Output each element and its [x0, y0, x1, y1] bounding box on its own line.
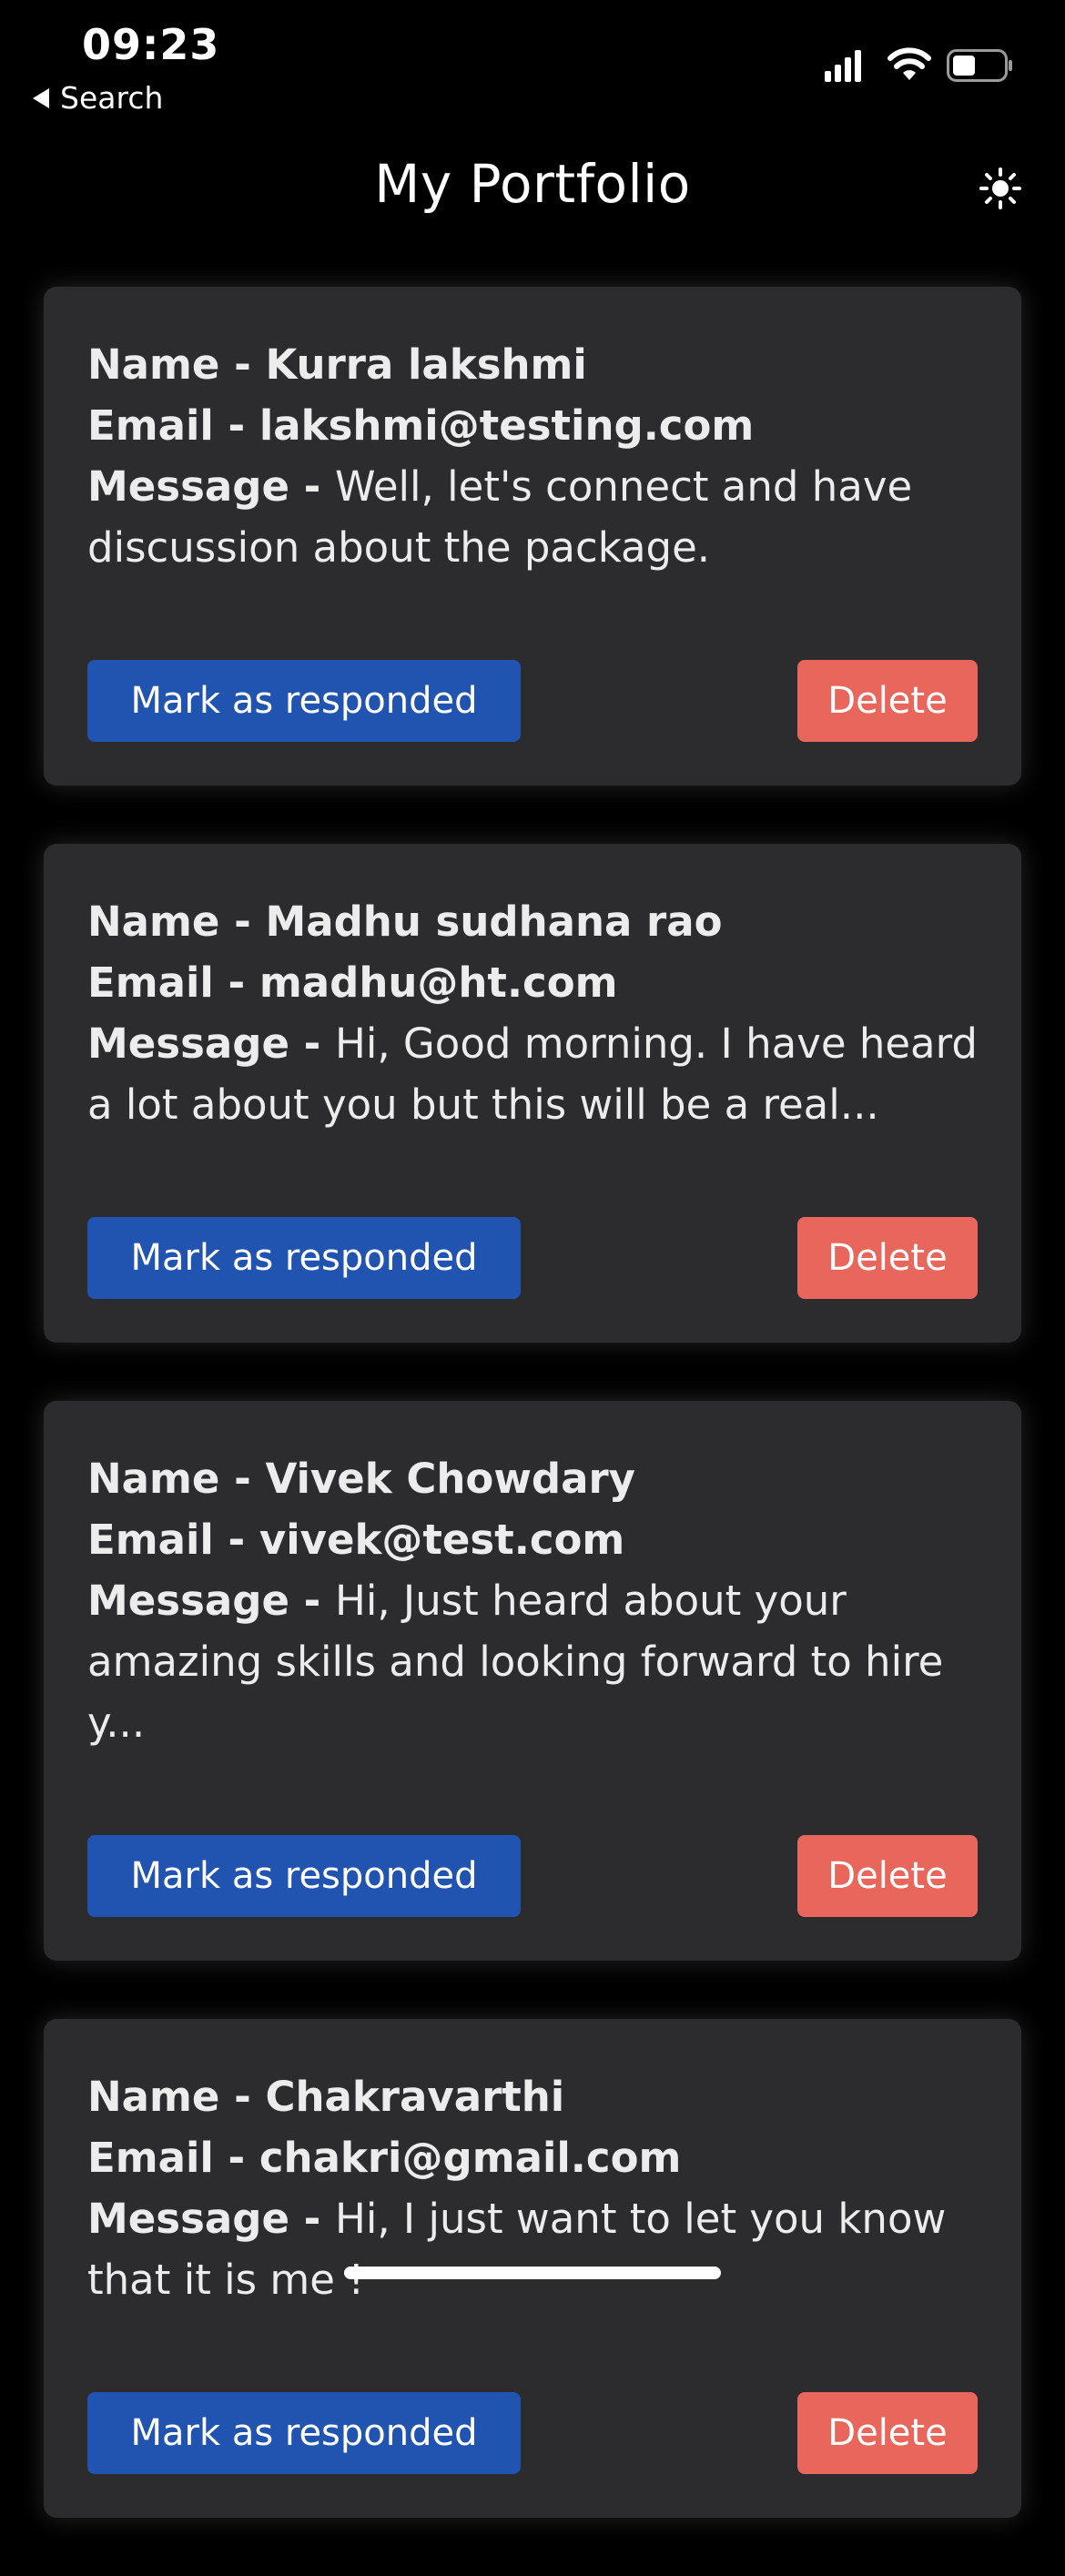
email-label: Email -: [87, 401, 259, 450]
message-card: Name - Madhu sudhana rao Email - madhu@h…: [44, 844, 1021, 1343]
card-actions: Mark as responded Delete: [87, 1217, 978, 1299]
back-label: Search: [60, 80, 164, 116]
name-label: Name -: [87, 2073, 266, 2121]
app-header: My Portfolio: [0, 146, 1065, 228]
home-indicator[interactable]: [344, 2267, 721, 2279]
message-row: Message - Hi, Just heard about your amaz…: [87, 1570, 978, 1753]
message-row: Message - Hi, Good morning. I have heard…: [87, 1013, 978, 1135]
email-label: Email -: [87, 1516, 259, 1564]
name-row: Name - Kurra lakshmi: [87, 334, 978, 395]
sun-icon[interactable]: [979, 167, 1021, 209]
message-row: Message - Hi, I just want to let you kno…: [87, 2188, 978, 2310]
status-bar: 09:23 Search: [0, 0, 1065, 127]
email-row: Email - madhu@ht.com: [87, 952, 978, 1013]
wifi-icon: [888, 47, 931, 80]
email-value: chakri@gmail.com: [259, 2134, 682, 2182]
cellular-signal-icon: [825, 50, 861, 82]
name-row: Name - Chakravarthi: [87, 2066, 978, 2127]
email-value: madhu@ht.com: [259, 958, 618, 1007]
status-time: 09:23: [82, 20, 220, 69]
message-row: Message - Well, let's connect and have d…: [87, 456, 978, 578]
email-label: Email -: [87, 958, 259, 1007]
email-row: Email - vivek@test.com: [87, 1509, 978, 1570]
message-label: Message -: [87, 1019, 335, 1068]
name-label: Name -: [87, 340, 266, 389]
mark-as-responded-button[interactable]: Mark as responded: [87, 2392, 521, 2474]
name-value: Chakravarthi: [265, 2073, 565, 2121]
message-label: Message -: [87, 1577, 335, 1625]
name-label: Name -: [87, 1455, 266, 1503]
message-list: Name - Kurra lakshmi Email - lakshmi@tes…: [44, 287, 1021, 2576]
name-row: Name - Vivek Chowdary: [87, 1448, 978, 1509]
name-row: Name - Madhu sudhana rao: [87, 891, 978, 952]
message-card: Name - Kurra lakshmi Email - lakshmi@tes…: [44, 287, 1021, 786]
email-row: Email - chakri@gmail.com: [87, 2127, 978, 2188]
email-row: Email - lakshmi@testing.com: [87, 395, 978, 456]
name-value: Vivek Chowdary: [265, 1455, 636, 1503]
mark-as-responded-button[interactable]: Mark as responded: [87, 660, 521, 742]
card-actions: Mark as responded Delete: [87, 660, 978, 742]
message-label: Message -: [87, 462, 335, 511]
delete-button[interactable]: Delete: [797, 2392, 978, 2474]
mark-as-responded-button[interactable]: Mark as responded: [87, 1217, 521, 1299]
message-label: Message -: [87, 2195, 335, 2243]
mark-as-responded-button[interactable]: Mark as responded: [87, 1835, 521, 1917]
email-label: Email -: [87, 2134, 259, 2182]
delete-button[interactable]: Delete: [797, 660, 978, 742]
card-actions: Mark as responded Delete: [87, 1835, 978, 1917]
back-arrow-icon: [33, 87, 49, 108]
name-value: Madhu sudhana rao: [265, 898, 723, 946]
delete-button[interactable]: Delete: [797, 1217, 978, 1299]
email-value: lakshmi@testing.com: [259, 401, 755, 450]
name-value: Kurra lakshmi: [265, 340, 587, 389]
card-actions: Mark as responded Delete: [87, 2392, 978, 2474]
page-title: My Portfolio: [374, 153, 691, 215]
delete-button[interactable]: Delete: [797, 1835, 978, 1917]
back-to-search-link[interactable]: Search: [33, 80, 163, 116]
message-card: Name - Vivek Chowdary Email - vivek@test…: [44, 1401, 1021, 1961]
email-value: vivek@test.com: [259, 1516, 625, 1564]
battery-icon: [947, 49, 1012, 82]
name-label: Name -: [87, 898, 266, 946]
